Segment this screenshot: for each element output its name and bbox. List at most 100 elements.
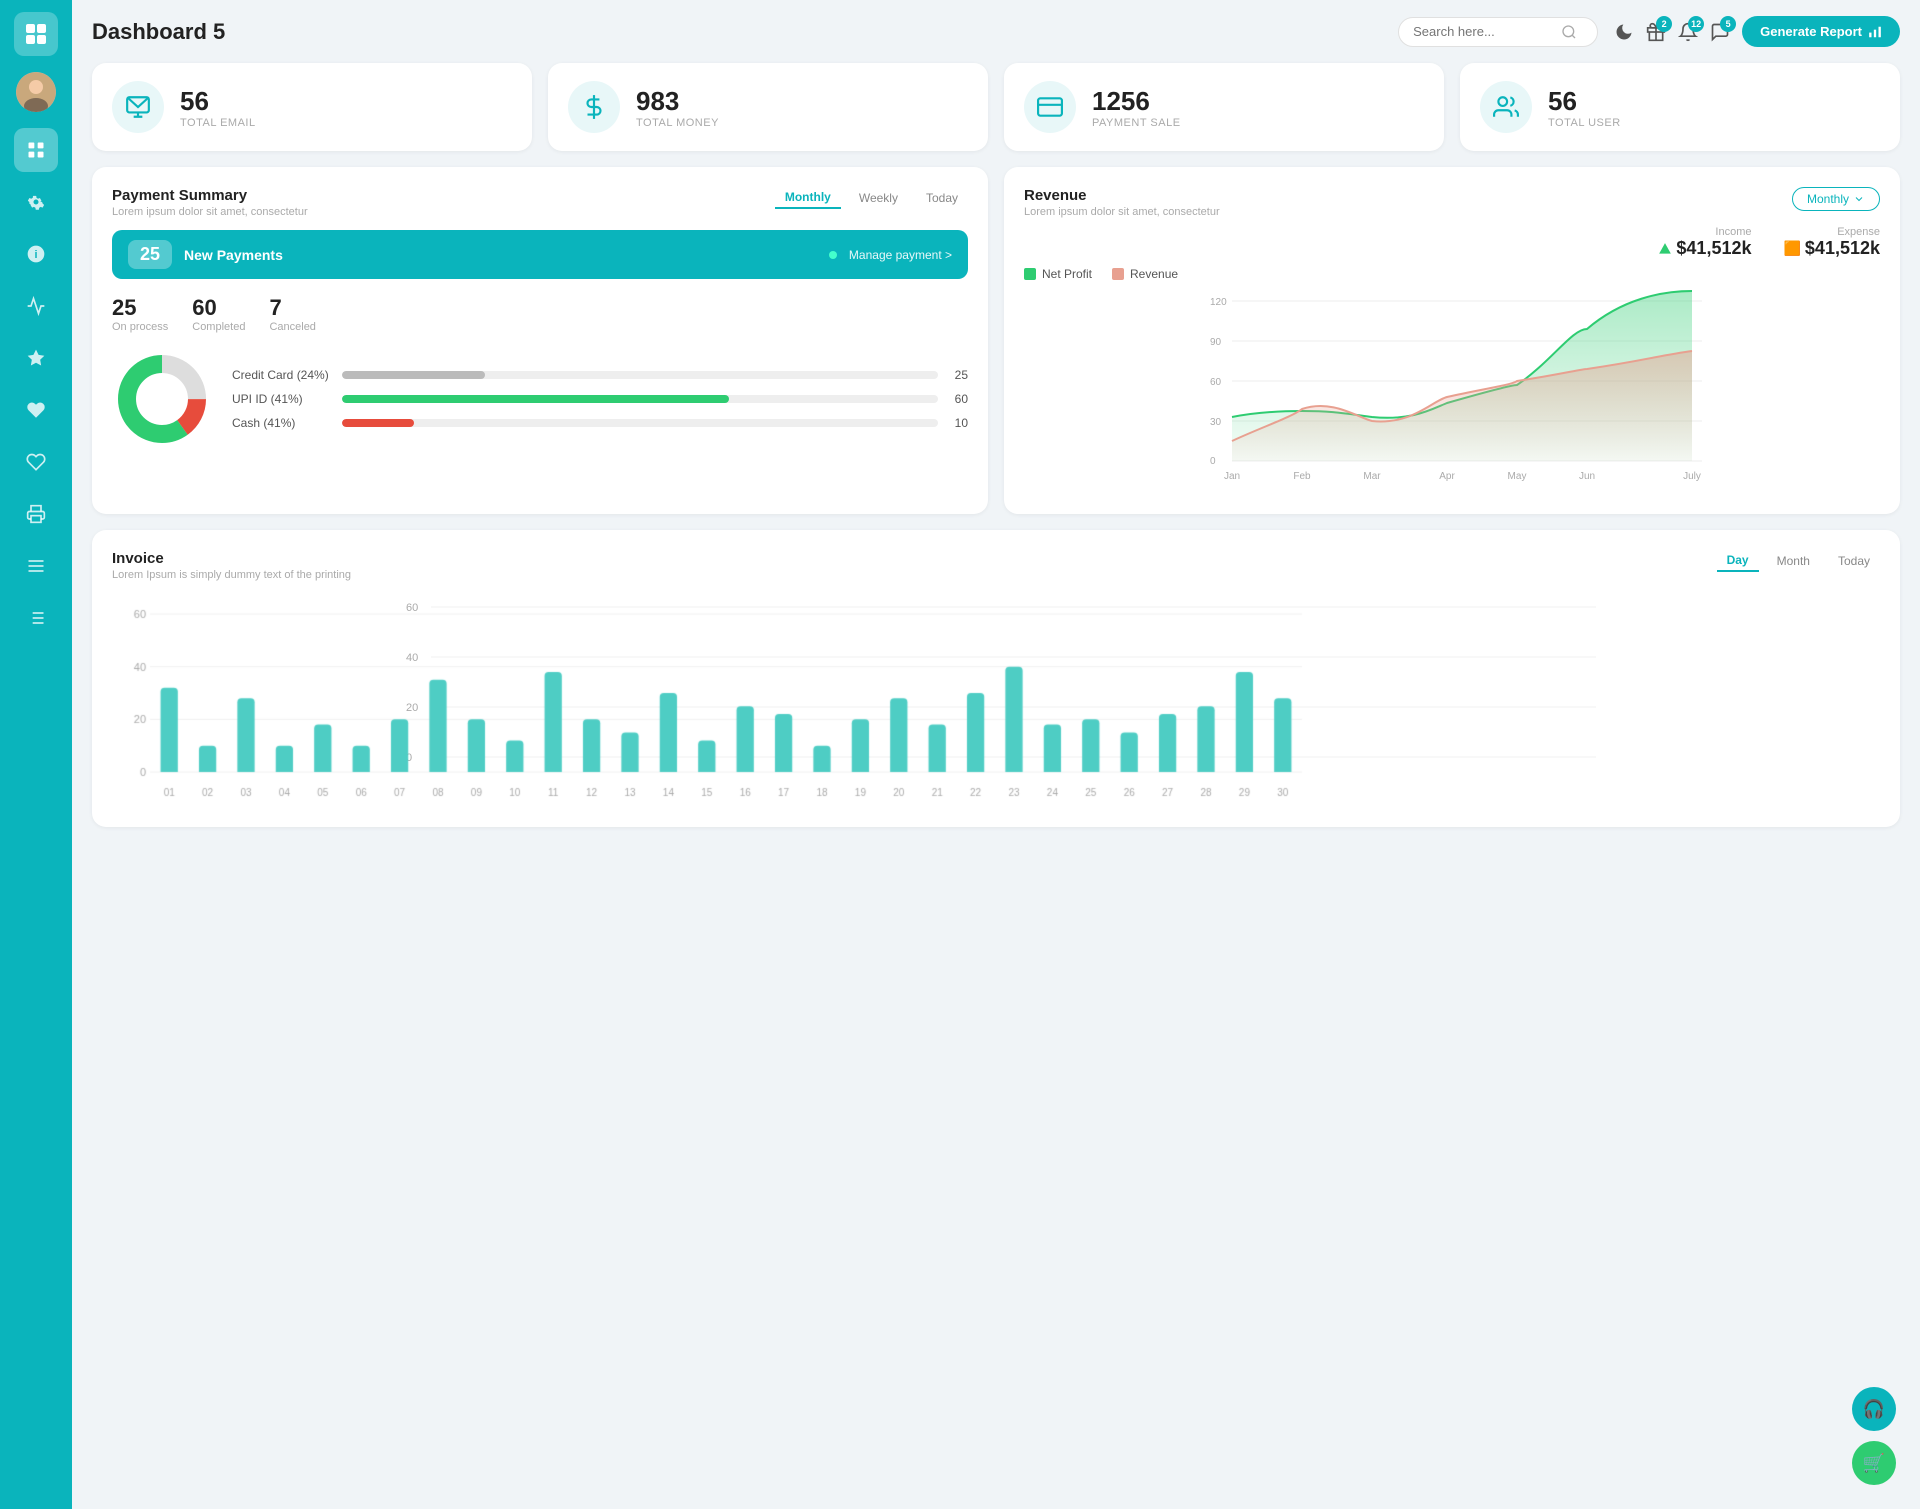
- svg-text:0: 0: [1210, 456, 1216, 467]
- stats-row: 56 TOTAL EMAIL 983 TOTAL MONEY 1256 PAYM…: [92, 63, 1900, 151]
- page-title: Dashboard 5: [92, 19, 1382, 45]
- progress-value-upi: 60: [948, 392, 968, 406]
- expense-label: Expense: [1837, 226, 1880, 238]
- expense-value: 🟧 $41,512k: [1783, 238, 1880, 259]
- chat-badge: 5: [1720, 16, 1736, 32]
- svg-text:i: i: [34, 249, 37, 261]
- invoice-card: Invoice Lorem Ipsum is simply dummy text…: [92, 530, 1900, 827]
- progress-value-credit: 25: [948, 368, 968, 382]
- stat-info-money: 983 TOTAL MONEY: [636, 86, 719, 129]
- progress-bar-bg-credit: [342, 371, 938, 379]
- sidebar-item-analytics[interactable]: [14, 284, 58, 328]
- bell-icon-btn[interactable]: 12: [1678, 22, 1698, 42]
- search-input[interactable]: [1413, 24, 1553, 39]
- svg-text:30: 30: [1210, 417, 1222, 428]
- sidebar-item-menu[interactable]: [14, 544, 58, 588]
- donut-row: Credit Card (24%) 25 UPI ID (41%) 60: [112, 349, 968, 449]
- sidebar: i: [0, 0, 72, 1509]
- svg-text:120: 120: [1210, 297, 1227, 308]
- new-payments-count: 25: [128, 240, 172, 269]
- sidebar-item-dashboard[interactable]: [14, 128, 58, 172]
- invoice-tab-month[interactable]: Month: [1767, 550, 1820, 572]
- invoice-canvas: [112, 602, 1312, 802]
- legend-dot-profit: [1024, 268, 1036, 280]
- main-content: Dashboard 5 2 12 5 Generate Report: [72, 0, 1920, 1509]
- invoice-title: Invoice: [112, 550, 351, 567]
- tab-weekly[interactable]: Weekly: [849, 187, 908, 209]
- tab-today[interactable]: Today: [916, 187, 968, 209]
- tab-monthly[interactable]: Monthly: [775, 187, 841, 209]
- sidebar-item-star[interactable]: [14, 336, 58, 380]
- legend-row: Net Profit Revenue: [1024, 267, 1880, 281]
- svg-text:Jan: Jan: [1224, 471, 1240, 482]
- sidebar-item-settings[interactable]: [14, 180, 58, 224]
- income-item-income: Income $41,512k: [1658, 226, 1751, 259]
- user-icon: [1480, 81, 1532, 133]
- sidebar-item-list[interactable]: [14, 596, 58, 640]
- stat-card-user: 56 TOTAL USER: [1460, 63, 1900, 151]
- legend-revenue: Revenue: [1112, 267, 1178, 281]
- invoice-tab-day[interactable]: Day: [1717, 550, 1759, 572]
- svg-text:60: 60: [1210, 377, 1222, 388]
- svg-text:90: 90: [1210, 337, 1222, 348]
- svg-text:Feb: Feb: [1293, 471, 1311, 482]
- sidebar-item-heart1[interactable]: [14, 388, 58, 432]
- stat-number-email: 56: [180, 86, 256, 117]
- stat-card-payment: 1256 PAYMENT SALE: [1004, 63, 1444, 151]
- cart-float-btn[interactable]: 🛒: [1852, 1441, 1896, 1485]
- payment-summary-subtitle: Lorem ipsum dolor sit amet, consectetur: [112, 206, 308, 218]
- progress-label-credit: Credit Card (24%): [232, 368, 332, 382]
- middle-row: Payment Summary Lorem ipsum dolor sit am…: [92, 167, 1900, 514]
- invoice-tab-today[interactable]: Today: [1828, 550, 1880, 572]
- float-buttons: 🎧 🛒: [1852, 1387, 1896, 1485]
- payment-summary-header: Payment Summary Lorem ipsum dolor sit am…: [112, 187, 968, 218]
- payment-icon: [1024, 81, 1076, 133]
- stat-canceled: 7 Canceled: [269, 295, 315, 333]
- search-icon: [1561, 24, 1577, 40]
- progress-label-cash: Cash (41%): [232, 416, 332, 430]
- stat-number-money: 983: [636, 86, 719, 117]
- invoice-tab-group: Day Month Today: [1717, 550, 1880, 572]
- search-bar[interactable]: [1398, 17, 1598, 47]
- bar-chart-icon: [1868, 25, 1882, 39]
- revenue-subtitle: Lorem ipsum dolor sit amet, consectetur: [1024, 206, 1220, 218]
- revenue-dropdown[interactable]: Monthly: [1792, 187, 1880, 211]
- new-payments-label: New Payments: [184, 247, 813, 263]
- progress-row-cash: Cash (41%) 10: [232, 416, 968, 430]
- sidebar-item-heart2[interactable]: [14, 440, 58, 484]
- payment-stats-triple: 25 On process 60 Completed 7 Canceled: [112, 295, 968, 333]
- progress-label-upi: UPI ID (41%): [232, 392, 332, 406]
- revenue-header: Revenue Lorem ipsum dolor sit amet, cons…: [1024, 187, 1880, 218]
- svg-text:May: May: [1508, 471, 1527, 482]
- stat-label-money: TOTAL MONEY: [636, 117, 719, 129]
- email-icon: [112, 81, 164, 133]
- stat-info-payment: 1256 PAYMENT SALE: [1092, 86, 1181, 129]
- stat-completed: 60 Completed: [192, 295, 245, 333]
- donut-chart: [112, 349, 212, 449]
- progress-bar-fill-cash: [342, 419, 414, 427]
- bell-badge: 12: [1688, 16, 1704, 32]
- header: Dashboard 5 2 12 5 Generate Report: [92, 16, 1900, 47]
- svg-text:Mar: Mar: [1363, 471, 1381, 482]
- sidebar-item-info[interactable]: i: [14, 232, 58, 276]
- generate-report-button[interactable]: Generate Report: [1742, 16, 1900, 47]
- dark-mode-btn[interactable]: [1614, 22, 1634, 42]
- progress-bar-fill-upi: [342, 395, 729, 403]
- stat-card-money: 983 TOTAL MONEY: [548, 63, 988, 151]
- chat-icon-btn[interactable]: 5: [1710, 22, 1730, 42]
- legend-dot-revenue: [1112, 268, 1124, 280]
- new-payments-dot: [829, 251, 837, 259]
- money-icon: [568, 81, 620, 133]
- avatar[interactable]: [16, 72, 56, 112]
- sidebar-item-print[interactable]: [14, 492, 58, 536]
- revenue-chart: 120 90 60 30 0: [1024, 289, 1880, 489]
- sidebar-logo[interactable]: [14, 12, 58, 56]
- manage-payment-link[interactable]: Manage payment >: [849, 248, 952, 262]
- income-value: $41,512k: [1658, 238, 1751, 259]
- progress-row-upi: UPI ID (41%) 60: [232, 392, 968, 406]
- stat-label-email: TOTAL EMAIL: [180, 117, 256, 129]
- revenue-income-row: Income $41,512k Expense 🟧 $41,512k: [1024, 226, 1880, 259]
- new-payments-bar: 25 New Payments Manage payment >: [112, 230, 968, 279]
- gift-icon-btn[interactable]: 2: [1646, 22, 1666, 42]
- support-float-btn[interactable]: 🎧: [1852, 1387, 1896, 1431]
